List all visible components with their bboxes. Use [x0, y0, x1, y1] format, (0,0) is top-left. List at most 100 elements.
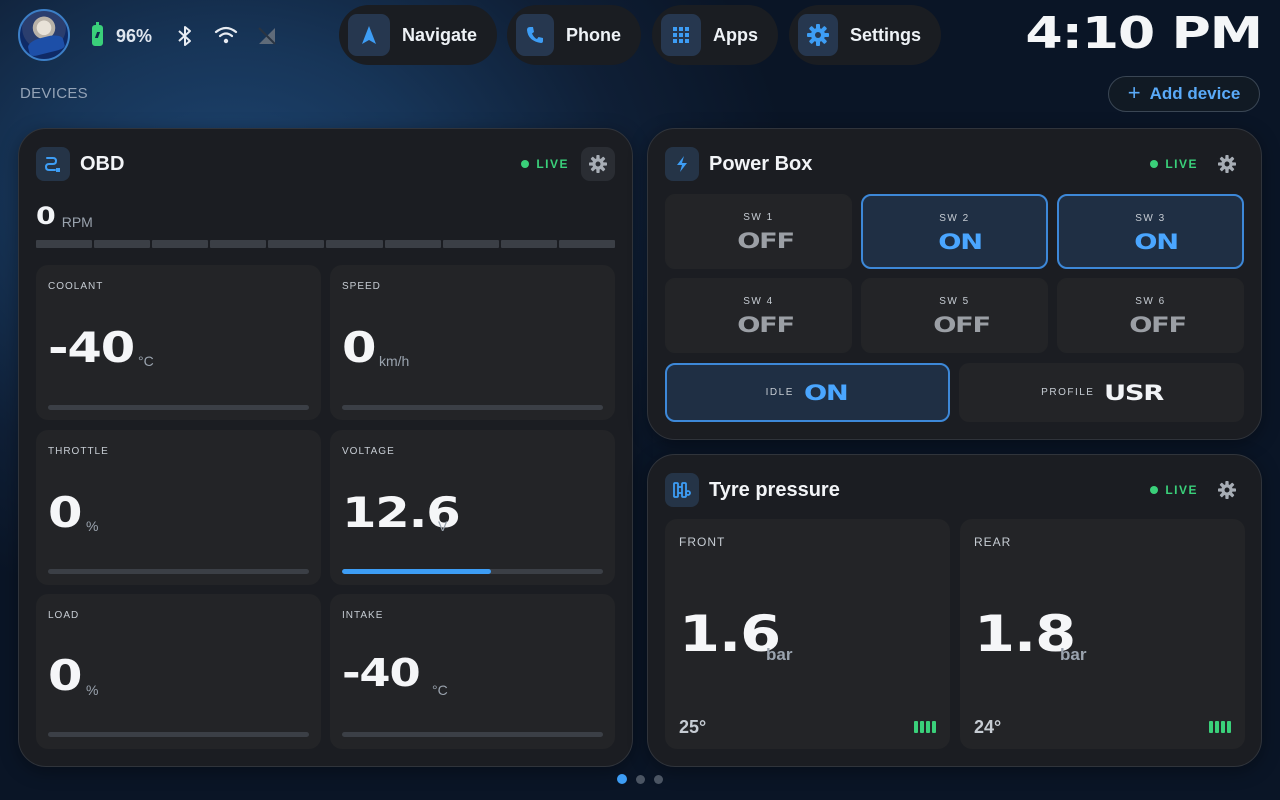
live-label: LIVE [536, 157, 569, 171]
page-dot[interactable] [636, 774, 645, 784]
intake-unit: °C [432, 682, 448, 698]
switch-state: ON [1133, 230, 1179, 254]
rpm-segment [384, 240, 441, 248]
intake-bar [342, 732, 603, 737]
apps-label: Apps [713, 24, 758, 45]
load-value: 0 [48, 651, 83, 700]
switch-3[interactable]: SW 3 ON [1057, 194, 1244, 269]
rpm-value: 0 [36, 202, 56, 230]
switch-2[interactable]: SW 2 ON [861, 194, 1048, 269]
intake-label: INTAKE [342, 610, 384, 621]
front-tyre-pressure: 1.6 [679, 605, 781, 663]
phone-icon [516, 14, 554, 56]
tyre-pressure-title: Tyre pressure [709, 478, 840, 501]
avatar[interactable] [18, 9, 70, 61]
switch-state: OFF [932, 313, 991, 337]
rear-tyre-signal-icon [1209, 721, 1231, 733]
tyre-live-badge: LIVE [1150, 483, 1198, 497]
top-bar: 96% Navigate Phone Apps Settings 4:10 PM [0, 0, 1280, 72]
tyre-gauge-icon [665, 473, 699, 507]
intake-value: -40 [342, 651, 421, 695]
lightning-icon [665, 147, 699, 181]
switch-6[interactable]: SW 6 OFF [1057, 278, 1244, 353]
live-dot [1150, 160, 1159, 168]
coolant-value: -40 [48, 323, 135, 372]
switch-label: SW 3 [1135, 213, 1166, 224]
throttle-bar [48, 569, 309, 574]
power-box-settings-gear-icon[interactable] [1210, 147, 1244, 181]
wifi-icon[interactable] [214, 26, 238, 44]
settings-button[interactable]: Settings [789, 5, 941, 65]
idle-toggle[interactable]: IDLE ON [665, 363, 950, 422]
battery-percentage: 96% [116, 26, 153, 46]
gear-icon [798, 14, 838, 56]
coolant-label: COOLANT [48, 281, 104, 292]
front-tyre-label: FRONT [679, 535, 726, 549]
rear-tyre-label: REAR [974, 535, 1012, 549]
plus-icon: + [1127, 80, 1141, 105]
live-label: LIVE [1165, 483, 1198, 497]
no-signal-icon[interactable] [256, 25, 278, 47]
load-tile: LOAD 0 % [36, 594, 321, 749]
obd-live-badge: LIVE [521, 157, 569, 171]
apps-grid-icon [661, 14, 701, 56]
navigate-button[interactable]: Navigate [339, 5, 497, 65]
profile-label: PROFILE [1041, 387, 1095, 398]
rear-tyre-unit: bar [1060, 645, 1087, 664]
switch-label: SW 2 [939, 213, 970, 224]
rpm-segment [152, 240, 209, 248]
coolant-unit: °C [138, 353, 154, 369]
voltage-bar [342, 569, 603, 574]
page-indicator[interactable] [617, 774, 663, 784]
voltage-tile: VOLTAGE 12.6 V [330, 430, 615, 585]
rpm-segment [442, 240, 499, 248]
tyre-settings-gear-icon[interactable] [1210, 473, 1244, 507]
rpm-segment [558, 240, 615, 248]
switch-label: SW 5 [939, 296, 970, 307]
navigation-arrow-icon [348, 14, 390, 56]
speed-value: 0 [342, 323, 377, 372]
settings-label: Settings [849, 24, 921, 45]
live-label: LIVE [1165, 157, 1198, 171]
obd-plug-icon [36, 147, 70, 181]
power-box-live-badge: LIVE [1150, 157, 1198, 171]
switch-1[interactable]: SW 1 OFF [665, 194, 852, 269]
rpm-segment [36, 240, 93, 248]
battery-icon [92, 22, 103, 46]
rpm-segment [500, 240, 557, 248]
live-dot [521, 160, 530, 168]
rpm-segment [326, 240, 383, 248]
front-tyre-signal-icon [914, 721, 936, 733]
front-tyre-temp: 25° [679, 717, 707, 737]
page-dot[interactable] [654, 774, 663, 784]
load-unit: % [86, 682, 99, 698]
throttle-label: THROTTLE [48, 446, 109, 457]
phone-label: Phone [565, 24, 621, 45]
bluetooth-icon[interactable] [177, 25, 193, 47]
switch-5[interactable]: SW 5 OFF [861, 278, 1048, 353]
rpm-segment [94, 240, 151, 248]
switch-label: SW 4 [743, 296, 774, 307]
front-tyre-unit: bar [766, 645, 793, 664]
load-label: LOAD [48, 610, 80, 621]
rpm-bar [36, 240, 615, 248]
apps-button[interactable]: Apps [652, 5, 778, 65]
switch-state: OFF [736, 313, 795, 337]
page-dot-active[interactable] [617, 774, 627, 784]
coolant-tile: COOLANT -40 °C [36, 265, 321, 420]
speed-label: SPEED [342, 281, 381, 292]
rpm-segment [210, 240, 267, 248]
speed-tile: SPEED 0 km/h [330, 265, 615, 420]
rpm-unit: RPM [61, 214, 93, 230]
switch-state: OFF [1128, 313, 1187, 337]
switch-label: SW 1 [743, 212, 774, 223]
switch-state: ON [937, 230, 983, 254]
phone-button[interactable]: Phone [507, 5, 641, 65]
switch-4[interactable]: SW 4 OFF [665, 278, 852, 353]
rpm-readout: 0 RPM [36, 202, 93, 230]
obd-settings-gear-icon[interactable] [581, 147, 615, 181]
rear-tyre-temp: 24° [974, 717, 1002, 737]
add-device-button[interactable]: + Add device [1108, 76, 1260, 112]
speed-unit: km/h [379, 353, 410, 369]
profile-selector[interactable]: PROFILE USR [959, 363, 1244, 422]
